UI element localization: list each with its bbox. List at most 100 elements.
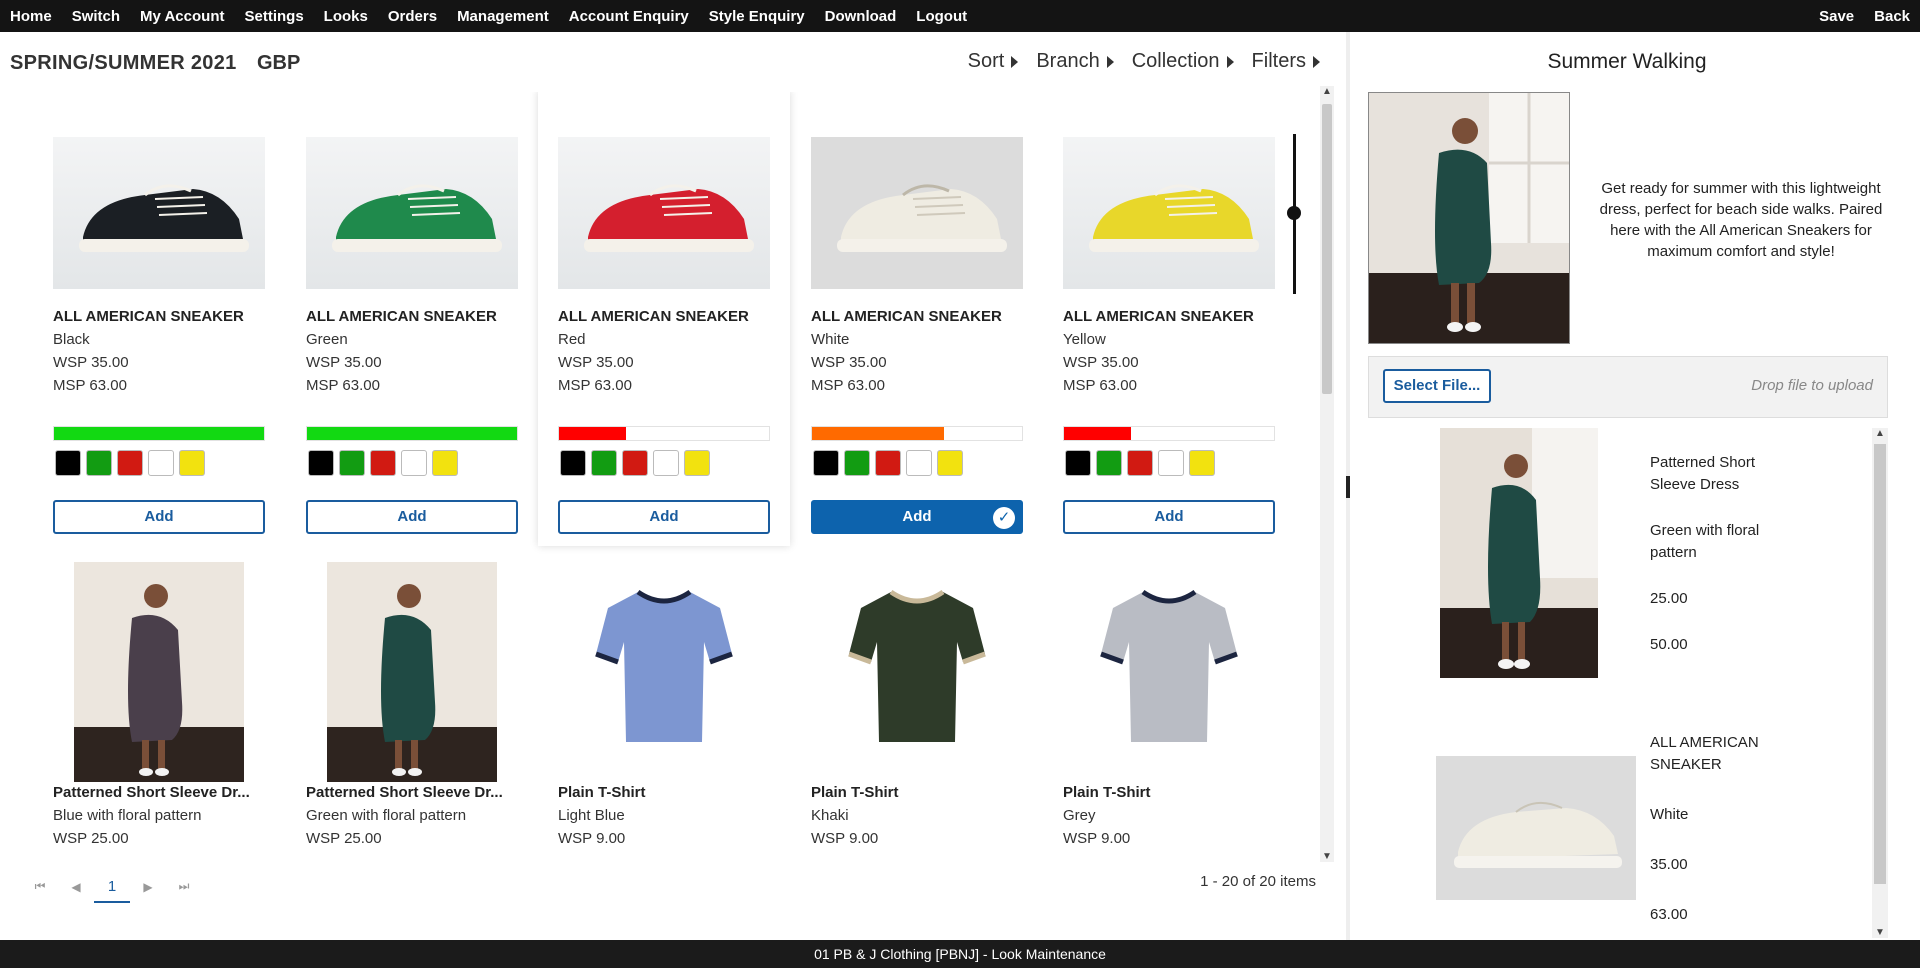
color-swatches (308, 450, 463, 476)
product-wsp: WSP 25.00 (306, 830, 382, 847)
product-card[interactable]: ALL AMERICAN SNEAKER Black WSP 35.00 MSP 63… (33, 92, 285, 546)
product-card[interactable]: ALL AMERICAN SNEAKER White WSP 35.00 MSP 63… (791, 92, 1043, 546)
color-swatch[interactable] (591, 450, 617, 476)
sneaker-photo (1089, 184, 1259, 252)
product-card[interactable]: Patterned Short Sleeve Dr... Blue with fl… (33, 560, 285, 860)
color-swatch[interactable] (1127, 450, 1153, 476)
color-swatch[interactable] (86, 450, 112, 476)
color-swatch[interactable] (560, 450, 586, 476)
color-swatch[interactable] (684, 450, 710, 476)
nav-my-account[interactable]: My Account (140, 8, 224, 25)
add-button[interactable]: Add (53, 500, 265, 534)
product-image[interactable] (74, 562, 244, 782)
scroll-down-icon[interactable]: ▼ (1874, 927, 1886, 938)
save-button[interactable]: Save (1819, 8, 1854, 25)
product-card[interactable]: Plain T-Shirt Khaki WSP 9.00 (791, 560, 1043, 860)
color-swatch[interactable] (906, 450, 932, 476)
stock-level-fill (559, 427, 627, 440)
currency-label: GBP (257, 52, 301, 74)
color-swatch[interactable] (179, 450, 205, 476)
color-swatch[interactable] (1096, 450, 1122, 476)
color-swatch[interactable] (370, 450, 396, 476)
nav-settings[interactable]: Settings (244, 8, 303, 25)
add-button-label: Add (144, 508, 174, 525)
color-swatch[interactable] (622, 450, 648, 476)
product-image[interactable] (1093, 562, 1245, 762)
scroll-up-icon[interactable]: ▲ (1322, 86, 1332, 97)
color-swatch[interactable] (339, 450, 365, 476)
look-item-image[interactable] (1436, 756, 1636, 900)
next-page-icon[interactable]: ▶ (130, 880, 166, 894)
product-name: ALL AMERICAN SNEAKER (811, 308, 1002, 325)
product-image[interactable] (53, 137, 265, 289)
color-swatch[interactable] (148, 450, 174, 476)
product-wsp: WSP 9.00 (558, 830, 626, 847)
zoom-slider[interactable] (1287, 134, 1301, 294)
last-page-icon[interactable]: ⏭ (166, 879, 202, 894)
scroll-up-icon[interactable]: ▲ (1874, 428, 1886, 439)
look-item-image[interactable] (1440, 428, 1598, 678)
product-card[interactable]: ALL AMERICAN SNEAKER Green WSP 35.00 MSP 63… (286, 92, 538, 546)
color-swatch[interactable] (1158, 450, 1184, 476)
color-swatch[interactable] (813, 450, 839, 476)
product-image[interactable] (327, 562, 497, 782)
filters-menu[interactable]: Filters (1252, 50, 1320, 73)
product-image[interactable] (811, 137, 1023, 289)
color-swatch[interactable] (875, 450, 901, 476)
product-image[interactable] (306, 137, 518, 289)
collection-menu[interactable]: Collection (1132, 50, 1234, 73)
product-image[interactable] (1063, 137, 1275, 289)
product-image[interactable] (558, 137, 770, 289)
look-items-scrollbar[interactable]: ▲ ▼ (1872, 428, 1888, 938)
product-card[interactable]: Patterned Short Sleeve Dr... Green with f… (286, 560, 538, 860)
prev-page-icon[interactable]: ◀ (58, 880, 94, 894)
current-page[interactable]: 1 (94, 878, 130, 903)
nav-looks[interactable]: Looks (324, 8, 368, 25)
product-name: ALL AMERICAN SNEAKER (53, 308, 244, 325)
add-button[interactable]: Add (558, 500, 770, 534)
look-scrollbar-thumb[interactable] (1874, 444, 1886, 884)
zoom-slider-knob[interactable] (1287, 206, 1301, 220)
nav-orders[interactable]: Orders (388, 8, 437, 25)
add-button[interactable]: Add (306, 500, 518, 534)
nav-management[interactable]: Management (457, 8, 549, 25)
color-swatch[interactable] (1189, 450, 1215, 476)
product-card[interactable]: Plain T-Shirt Light Blue WSP 9.00 (538, 560, 790, 860)
stock-level-bar (53, 426, 265, 441)
drop-zone-hint[interactable]: Drop file to upload (1751, 377, 1873, 394)
product-image[interactable] (588, 562, 740, 762)
color-swatch[interactable] (432, 450, 458, 476)
scroll-down-icon[interactable]: ▼ (1322, 851, 1332, 862)
nav-home[interactable]: Home (10, 8, 52, 25)
color-swatch[interactable] (653, 450, 679, 476)
add-button[interactable]: Add (1063, 500, 1275, 534)
color-swatch[interactable] (844, 450, 870, 476)
product-image[interactable] (841, 562, 993, 762)
nav-logout[interactable]: Logout (916, 8, 967, 25)
back-button[interactable]: Back (1874, 8, 1910, 25)
splitter-handle[interactable] (1346, 476, 1350, 498)
product-card[interactable]: ALL AMERICAN SNEAKER Red WSP 35.00 MSP 63.0… (538, 92, 790, 546)
color-swatch[interactable] (401, 450, 427, 476)
product-card[interactable]: ALL AMERICAN SNEAKER Yellow WSP 35.00 MSP 6… (1043, 92, 1295, 546)
product-name: Patterned Short Sleeve Dr... (306, 784, 503, 801)
select-file-button[interactable]: Select File... (1383, 369, 1491, 403)
look-item-name-line: Sleeve Dress (1650, 476, 1740, 493)
grid-scrollbar[interactable]: ▲ ▼ (1320, 86, 1334, 862)
product-card[interactable]: Plain T-Shirt Grey WSP 9.00 (1043, 560, 1295, 860)
nav-account-enquiry[interactable]: Account Enquiry (569, 8, 689, 25)
nav-download[interactable]: Download (825, 8, 897, 25)
nav-style-enquiry[interactable]: Style Enquiry (709, 8, 805, 25)
color-swatch[interactable] (55, 450, 81, 476)
nav-switch[interactable]: Switch (72, 8, 120, 25)
color-swatch[interactable] (308, 450, 334, 476)
color-swatch[interactable] (117, 450, 143, 476)
color-swatch[interactable] (1065, 450, 1091, 476)
first-page-icon[interactable]: ⏮ (22, 879, 58, 894)
sort-menu[interactable]: Sort (968, 50, 1019, 73)
color-swatch[interactable] (937, 450, 963, 476)
grid-scrollbar-thumb[interactable] (1322, 104, 1332, 394)
add-button[interactable]: Add ✓ (811, 500, 1023, 534)
branch-menu[interactable]: Branch (1036, 50, 1114, 73)
nav-left: Home Switch My Account Settings Looks Or… (0, 8, 987, 25)
